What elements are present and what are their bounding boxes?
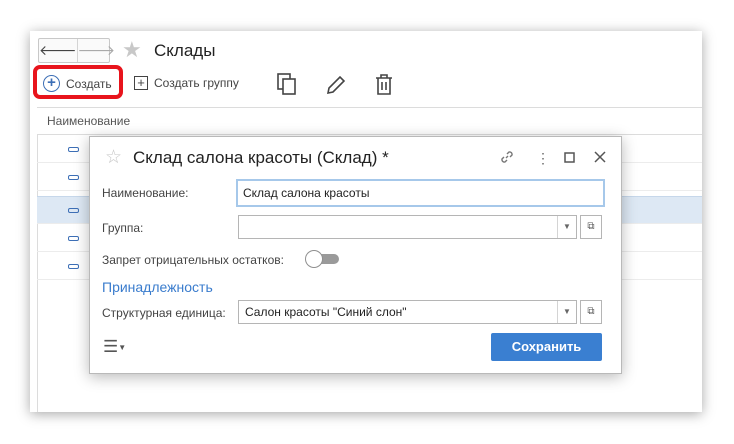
open-unit-button[interactable]: ⧉ xyxy=(580,300,602,324)
unit-label: Структурная единица: xyxy=(102,306,226,320)
toggle-knob xyxy=(306,251,322,267)
favorite-star-icon[interactable]: ★ xyxy=(122,37,142,63)
save-button[interactable]: Сохранить xyxy=(491,333,602,361)
menu-icon[interactable]: ☰▼ xyxy=(103,337,126,357)
group-label: Группа: xyxy=(102,221,144,235)
nav-buttons: 🡐 🡒 xyxy=(38,38,115,63)
create-group-label: Создать группу xyxy=(154,76,239,90)
link-icon[interactable] xyxy=(499,149,515,165)
pencil-icon[interactable] xyxy=(326,75,346,95)
forward-button[interactable]: 🡒 xyxy=(76,39,115,62)
plus-circle-icon: + xyxy=(43,75,60,92)
create-label: Создать xyxy=(66,76,112,91)
item-icon xyxy=(68,208,79,213)
group-select[interactable]: ▼ xyxy=(238,215,577,239)
negative-balance-label: Запрет отрицательных остатков: xyxy=(102,253,284,267)
dialog-title: Склад салона красоты (Склад) * xyxy=(133,148,389,167)
more-icon[interactable]: ⋮ xyxy=(536,150,550,167)
maximize-icon[interactable] xyxy=(564,152,575,163)
unit-select[interactable]: Салон красоты "Синий слон" ▼ xyxy=(238,300,577,324)
favorite-star-icon[interactable]: ☆ xyxy=(105,146,122,169)
negative-balance-toggle[interactable] xyxy=(306,251,339,267)
item-icon xyxy=(68,264,79,269)
trash-icon[interactable] xyxy=(375,74,393,95)
name-label: Наименование: xyxy=(102,186,189,200)
unit-value: Салон красоты "Синий слон" xyxy=(245,305,407,319)
warehouse-dialog: ☆ Склад салона красоты (Склад) * ⋮ Наиме… xyxy=(89,136,622,374)
section-title: Принадлежность xyxy=(102,279,213,295)
chevron-down-icon[interactable]: ▼ xyxy=(557,301,576,323)
copy-icon[interactable] xyxy=(277,73,297,95)
page-title: Склады xyxy=(154,41,216,60)
plus-square-icon: + xyxy=(134,76,148,90)
item-icon xyxy=(68,175,79,180)
back-button[interactable]: 🡐 xyxy=(39,39,77,62)
item-icon xyxy=(68,147,79,152)
create-group-button[interactable]: + Создать группу xyxy=(134,76,239,90)
name-input[interactable]: Склад салона красоты xyxy=(236,179,605,207)
close-icon[interactable] xyxy=(594,151,606,163)
item-icon xyxy=(68,236,79,241)
create-button[interactable]: + Создать xyxy=(43,75,112,92)
chevron-down-icon[interactable]: ▼ xyxy=(557,216,576,238)
open-group-button[interactable]: ⧉ xyxy=(580,215,602,239)
column-header-name[interactable]: Наименование xyxy=(37,107,702,135)
